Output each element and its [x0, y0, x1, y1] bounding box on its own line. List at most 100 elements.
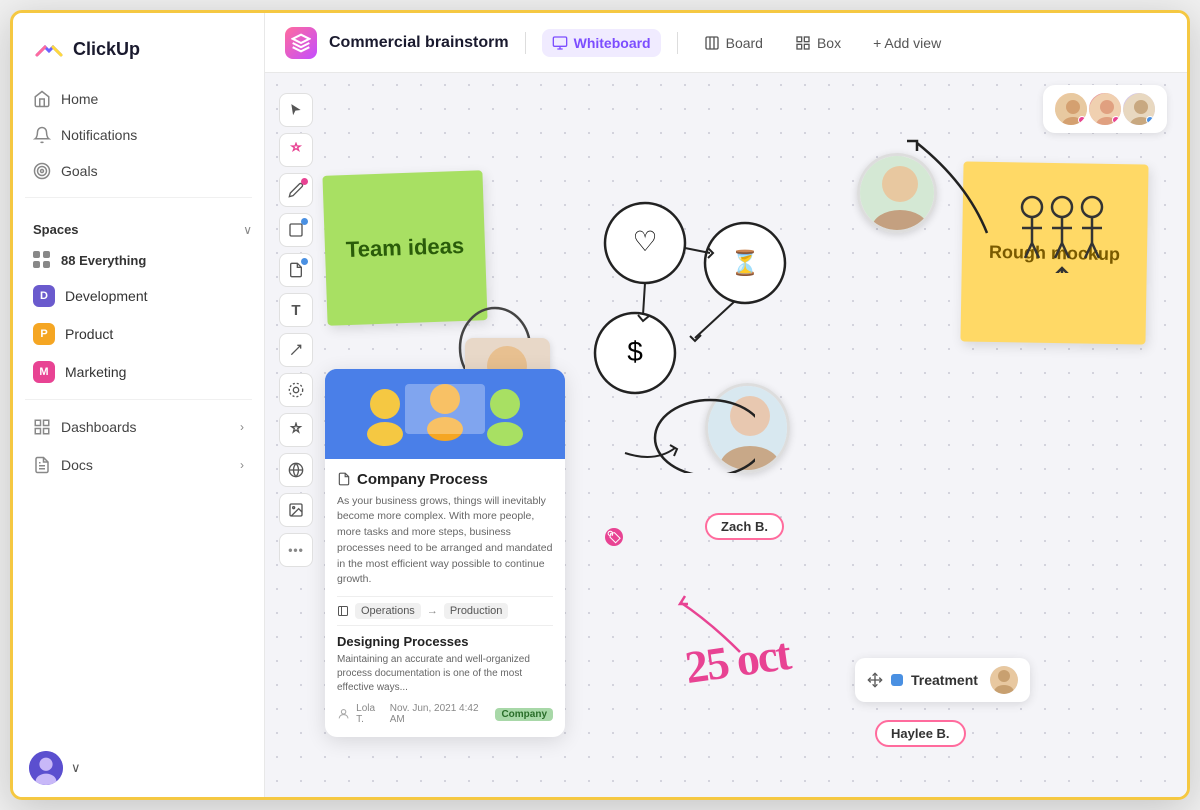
doc-date: Nov. Jun, 2021 4:42 AM [390, 703, 490, 725]
spaces-chevron: ∨ [243, 223, 252, 237]
nav-divider [25, 197, 252, 198]
canvas-area[interactable]: T ••• [265, 73, 1187, 797]
product-label: Product [65, 326, 113, 342]
tab-box[interactable]: Box [785, 29, 851, 57]
toolbar-pencil[interactable] [279, 173, 313, 207]
person-photo-middle [705, 383, 790, 473]
sparkles-icon [288, 422, 304, 438]
spaces-section-header[interactable]: Spaces ∨ [13, 206, 264, 243]
collab-avatar-2 [1087, 91, 1123, 127]
person-photo-top [857, 153, 937, 233]
sidebar-item-development[interactable]: D Development [21, 277, 256, 315]
doc-author-icon [337, 707, 350, 721]
tab-whiteboard[interactable]: Whiteboard [542, 29, 661, 57]
toolbar-cursor[interactable] [279, 93, 313, 127]
person-svg-middle [708, 386, 790, 473]
pin-icon: 🏷 [606, 530, 621, 544]
toolbar-arrow[interactable] [279, 333, 313, 367]
svg-text:⏳: ⏳ [730, 249, 760, 277]
toolbar-more[interactable]: ••• [279, 533, 313, 567]
sidebar-item-notifications[interactable]: Notifications [21, 117, 256, 153]
people-icon-svg [1017, 193, 1107, 273]
sidebar-item-docs[interactable]: Docs › [13, 446, 264, 484]
dashboards-icon [33, 418, 51, 436]
sparkle-pen-icon [288, 142, 304, 158]
project-name: Commercial brainstorm [329, 34, 509, 52]
add-view-label: + Add view [873, 35, 941, 51]
logo-area[interactable]: ClickUp [13, 13, 264, 81]
dashboards-chevron: › [240, 420, 244, 434]
sidebar-item-dashboards[interactable]: Dashboards › [13, 408, 264, 446]
pencil-dot [301, 178, 308, 185]
doc-image-svg [325, 369, 565, 459]
doc-tag: Company [495, 708, 553, 721]
toolbar-sparkles[interactable] [279, 413, 313, 447]
shape-dot [301, 218, 308, 225]
date-annotation: 25 oct [682, 627, 793, 694]
flow-to: Production [444, 603, 509, 619]
marketing-label: Marketing [65, 364, 126, 380]
doc-title-icon [337, 472, 351, 486]
doc-card-image [325, 369, 565, 459]
doc-sub-title: Designing Processes [337, 634, 553, 649]
zach-label-text: Zach B. [721, 519, 768, 534]
doc-card[interactable]: Company Process As your business grows, … [325, 369, 565, 738]
collab-avatar-3 [1121, 91, 1157, 127]
flow-arrow: → [427, 605, 438, 617]
clickup-logo-icon [33, 33, 65, 65]
collab-dot-1 [1078, 116, 1086, 124]
doc-footer: Lola T. Nov. Jun, 2021 4:42 AM Company [337, 703, 553, 725]
tab-board[interactable]: Board [694, 29, 773, 57]
home-icon [33, 90, 51, 108]
collab-avatar-1 [1053, 91, 1089, 127]
move-icon [867, 672, 883, 688]
toolbar-globe[interactable] [279, 453, 313, 487]
haylee-label-text: Haylee B. [891, 726, 950, 741]
toolbar-image[interactable] [279, 493, 313, 527]
treatment-card[interactable]: Treatment [855, 658, 1030, 702]
toolbar-shape[interactable] [279, 213, 313, 247]
people-icons-group [1017, 193, 1107, 273]
user-area[interactable]: ∨ [13, 739, 264, 797]
toolbar-text[interactable]: T [279, 293, 313, 327]
collab-dot-3 [1146, 116, 1154, 124]
collaborators-strip [1043, 85, 1167, 133]
box-tab-icon [795, 35, 811, 51]
flow-from: Operations [355, 603, 421, 619]
sidebar-nav: Home Notifications Goals [13, 81, 264, 189]
sidebar-item-marketing[interactable]: M Marketing [21, 353, 256, 391]
svg-text:♡: ♡ [632, 226, 657, 257]
doodle-svg: ♡ ⏳ $ [525, 193, 845, 423]
header-divider [525, 32, 526, 54]
note-dot [301, 258, 308, 265]
haylee-label: Haylee B. [875, 720, 966, 747]
header-divider-2 [677, 32, 678, 54]
doc-card-body: Company Process As your business grows, … [325, 459, 565, 738]
sticky-green-text: Team ideas [345, 233, 464, 263]
treatment-label: Treatment [911, 672, 978, 688]
spaces-list: 88 Everything D Development P Product M … [13, 243, 264, 391]
whiteboard-tab-label: Whiteboard [574, 35, 651, 51]
globe-icon [288, 462, 304, 478]
toolbar-pen-sparkle[interactable] [279, 133, 313, 167]
marketing-badge: M [33, 361, 55, 383]
sidebar-item-product[interactable]: P Product [21, 315, 256, 353]
connect-icon [288, 382, 304, 398]
sidebar-item-home[interactable]: Home [21, 81, 256, 117]
home-label: Home [61, 91, 98, 107]
docs-label: Docs [61, 457, 93, 473]
user-avatar [29, 751, 63, 785]
svg-text:$: $ [627, 336, 643, 367]
bell-icon [33, 126, 51, 144]
toolbar-connect[interactable] [279, 373, 313, 407]
notifications-label: Notifications [61, 127, 137, 143]
spaces-label: Spaces [33, 222, 79, 237]
sidebar-item-everything[interactable]: 88 Everything [21, 243, 256, 277]
development-badge: D [33, 285, 55, 307]
person-svg-top [860, 156, 937, 233]
add-view-button[interactable]: + Add view [863, 29, 951, 57]
product-badge: P [33, 323, 55, 345]
toolbar-note[interactable] [279, 253, 313, 287]
sidebar-item-goals[interactable]: Goals [21, 153, 256, 189]
cursor-icon [289, 103, 303, 117]
